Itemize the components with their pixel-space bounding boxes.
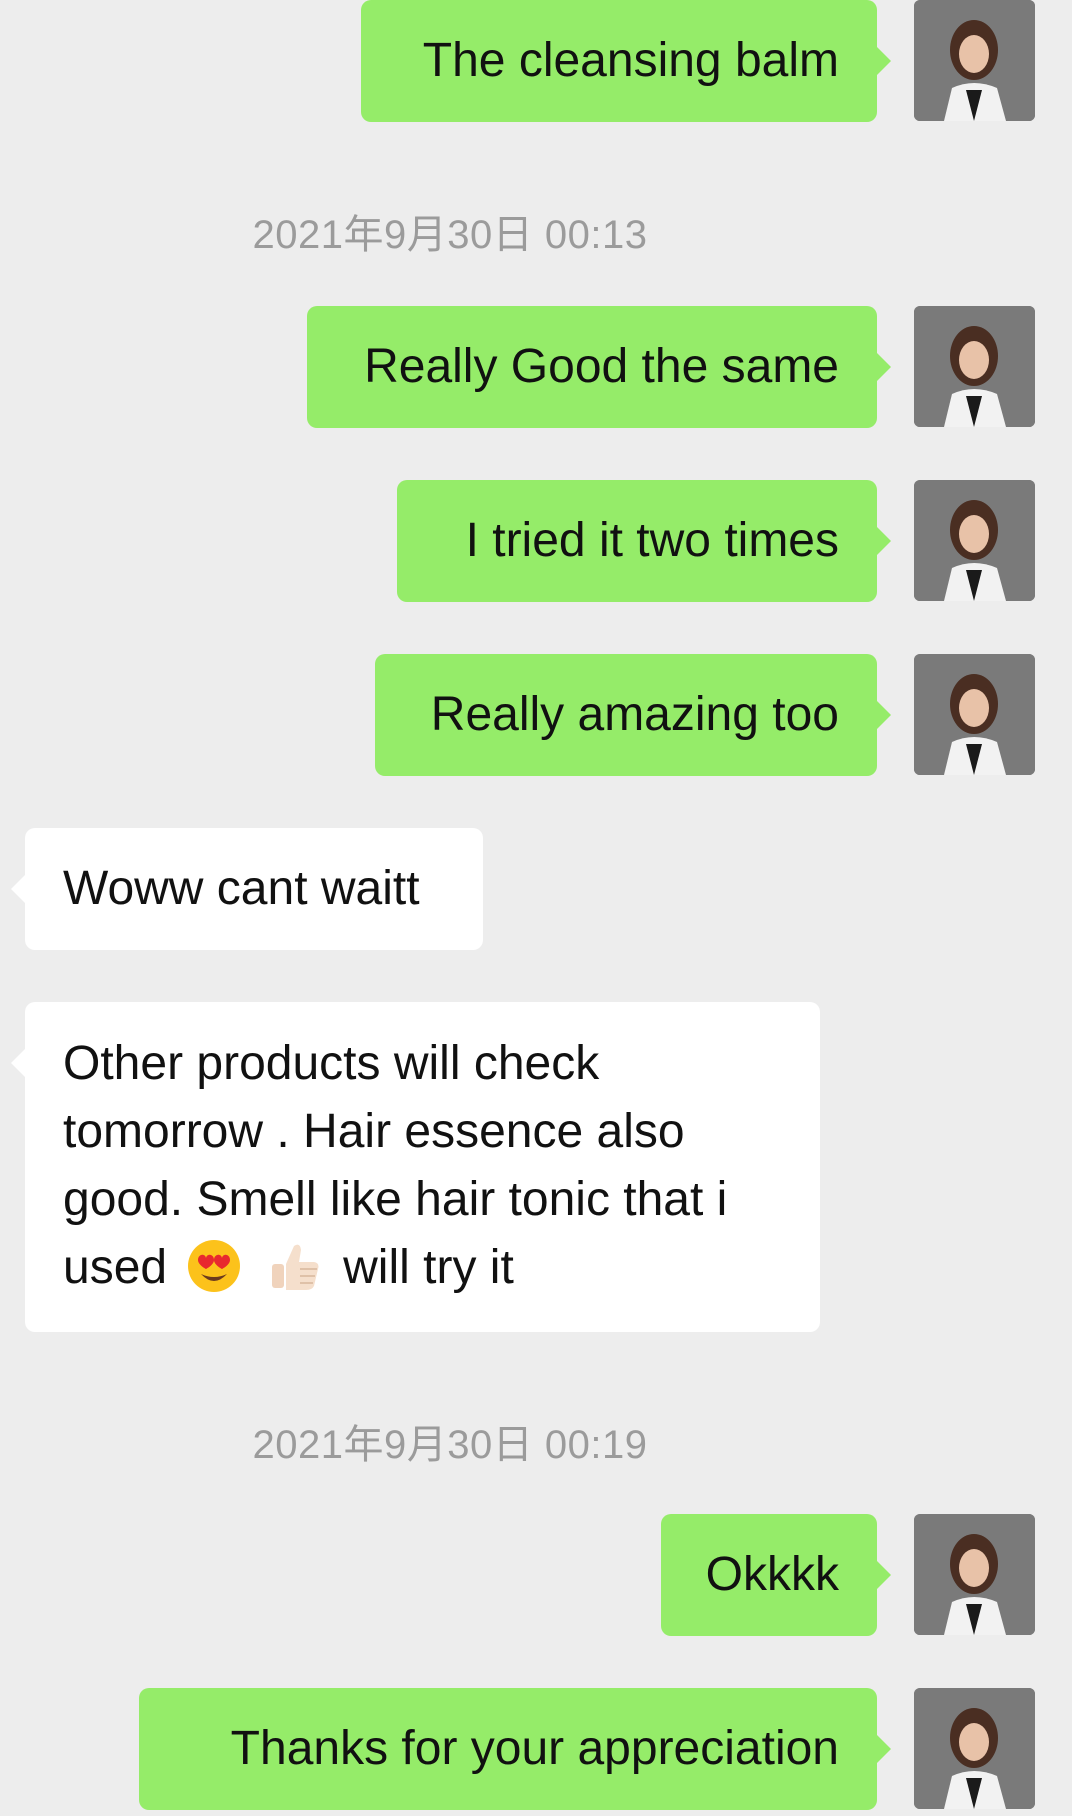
user-avatar[interactable] [914,1514,1035,1635]
user-avatar[interactable] [914,306,1035,427]
message-row-outgoing: Okkkk [0,1514,1072,1638]
message-row-incoming: Woww cant waitt [0,828,1072,952]
message-bubble-outgoing[interactable]: I tried it two times [397,480,891,602]
user-avatar[interactable] [914,0,1035,121]
message-line: used will try it [63,1234,782,1302]
message-text: will try it [343,1241,514,1294]
message-bubble-outgoing[interactable]: Really Good the same [307,306,891,428]
message-row-outgoing: Really amazing too [0,654,1072,778]
chat-timestamp: 2021年9月30日 00:13 [252,213,648,257]
chat-message-list[interactable]: The cleansing balm 2021年9月30日 00:13 Real… [0,0,1072,1816]
message-bubble-outgoing[interactable]: The cleansing balm [361,0,891,122]
message-row-outgoing: Really Good the same [0,306,1072,430]
user-avatar[interactable] [914,654,1035,775]
thumbs-up-emoji-icon [266,1236,326,1296]
avatar-portrait-icon [914,0,1035,121]
message-bubble-outgoing[interactable]: Really amazing too [375,654,891,776]
user-avatar[interactable] [914,480,1035,601]
avatar-portrait-icon [914,1514,1035,1635]
message-row-outgoing: The cleansing balm [0,0,1072,124]
message-line: good. Smell like hair tonic that i [63,1173,728,1226]
avatar-portrait-icon [914,1688,1035,1809]
message-text: used [63,1241,168,1294]
avatar-portrait-icon [914,306,1035,427]
message-row-incoming: Other products will check tomorrow . Hai… [0,1002,1072,1332]
message-row-outgoing: I tried it two times [0,480,1072,604]
heart-eyes-emoji-icon [184,1236,244,1296]
avatar-portrait-icon [914,480,1035,601]
message-row-outgoing: Thanks for your appreciation [0,1688,1072,1812]
avatar-portrait-icon [914,654,1035,775]
user-avatar[interactable] [914,1688,1035,1809]
message-bubble-outgoing[interactable]: Okkkk [661,1514,891,1636]
message-bubble-outgoing[interactable]: Thanks for your appreciation [139,1688,891,1810]
message-line: Other products will check [63,1037,600,1090]
chat-timestamp: 2021年9月30日 00:19 [252,1423,648,1467]
message-line: tomorrow . Hair essence also [63,1105,685,1158]
message-bubble-incoming[interactable]: Other products will check tomorrow . Hai… [11,1002,820,1332]
message-bubble-incoming[interactable]: Woww cant waitt [11,828,483,950]
